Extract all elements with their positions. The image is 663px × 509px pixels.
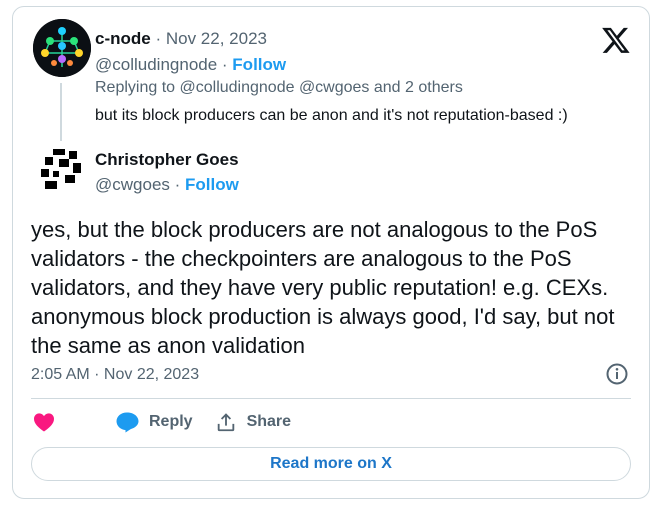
tweet-text: yes, but the block producers are not ana…	[31, 217, 615, 358]
reply-to-handle[interactable]: @colludingnode	[95, 55, 217, 74]
separator-dot: ·	[150, 29, 166, 48]
tweet-author-row: Christopher Goes	[95, 150, 239, 170]
avatar-image	[39, 147, 83, 191]
tweet-handle[interactable]: @cwgoes	[95, 175, 170, 194]
replying-to-users[interactable]: @colludingnode @cwgoes and 2 others	[180, 79, 463, 96]
reply-to-text: but its block producers can be anon and …	[95, 107, 568, 124]
avatar-c-node[interactable]	[33, 19, 91, 77]
read-more-button[interactable]: Read more on X	[31, 447, 631, 481]
reply-to-handle-row: @colludingnode · Follow	[95, 55, 286, 75]
share-button[interactable]: Share	[215, 411, 291, 433]
reply-to-header: c-node · Nov 22, 2023	[95, 29, 267, 49]
info-icon[interactable]	[605, 362, 629, 386]
reply-button[interactable]: Reply	[115, 411, 193, 433]
tweet-timestamp[interactable]: 2:05 AM · Nov 22, 2023	[31, 366, 199, 384]
avatar-christopher-goes[interactable]	[39, 147, 83, 191]
reply-label: Reply	[149, 413, 193, 430]
share-label: Share	[246, 413, 292, 430]
separator-dot: ·	[169, 175, 186, 194]
replying-to-line: Replying to @colludingnode @cwgoes and 2…	[95, 79, 463, 97]
tweet-author-name[interactable]: Christopher Goes	[95, 150, 239, 169]
replying-to-prefix: Replying to	[95, 79, 180, 96]
follow-cwgoes-button[interactable]: Follow	[185, 175, 239, 194]
separator-dot: ·	[217, 55, 233, 74]
reply-to-author-name[interactable]: c-node	[95, 29, 151, 48]
x-logo-icon[interactable]	[601, 25, 631, 55]
tweet-handle-row: @cwgoes · Follow	[95, 175, 239, 195]
tweet-card: c-node · Nov 22, 2023 @colludingnode · F…	[12, 6, 650, 499]
share-icon	[217, 413, 234, 432]
action-bar: Reply Share	[33, 409, 313, 435]
follow-c-node-button[interactable]: Follow	[232, 55, 286, 74]
thread-connector	[60, 83, 62, 141]
divider	[31, 398, 631, 399]
reply-icon	[116, 412, 139, 433]
avatar-image	[33, 19, 91, 77]
like-button[interactable]	[33, 412, 65, 432]
heart-icon	[34, 413, 54, 432]
reply-to-date[interactable]: Nov 22, 2023	[166, 29, 267, 48]
